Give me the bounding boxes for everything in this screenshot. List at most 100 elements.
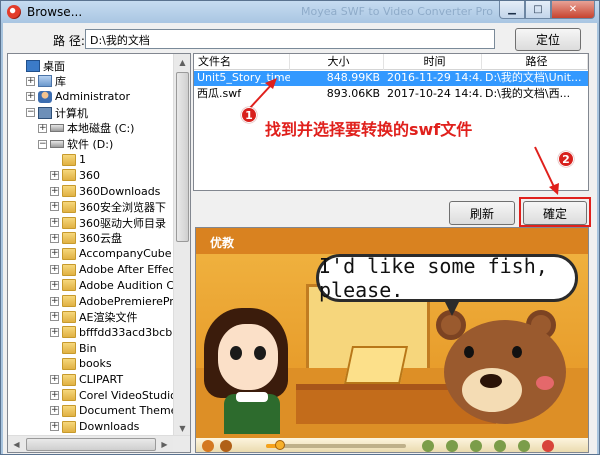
folder-tree[interactable]: 桌面 + 库 + Administrator − 计算机 + 本地磁盘 (C:) − 软件 (D:)… [7,53,191,453]
tree-item[interactable]: +360Downloads [50,184,160,199]
pause-icon[interactable] [202,440,214,452]
tree-item-label: AdobePremierePro [79,294,181,308]
scroll-thumb[interactable] [176,72,189,242]
tree-item-label: books [79,357,112,371]
stop-icon[interactable] [220,440,232,452]
expand-icon[interactable]: + [50,375,59,384]
expand-icon[interactable]: + [50,422,59,432]
tree-item[interactable]: + AccompanyCube [50,246,171,261]
tree-item[interactable]: + Adobe Audition CS [50,278,181,293]
tree-item-label: 桌面 [43,59,65,73]
tree-item[interactable]: Bin [50,341,97,356]
expand-icon[interactable]: + [50,186,59,196]
collapse-icon[interactable]: − [38,139,47,149]
step-1-badge: 1 [241,107,257,123]
tree-item[interactable]: + Adobe After Effec [50,262,175,277]
expand-icon[interactable]: + [50,280,59,290]
tree-item[interactable]: + bfffdd33acd3bcb1 [50,325,179,340]
path-input[interactable]: D:\我的文档 [85,29,495,49]
scroll-right-icon[interactable]: ▶ [156,436,173,452]
expand-icon[interactable]: + [50,265,59,275]
expand-icon[interactable]: + [38,123,47,133]
folder-icon [62,373,76,386]
locate-button[interactable]: 定位 [515,28,581,51]
folder-icon [62,232,76,245]
expand-icon[interactable]: + [50,249,59,259]
character-icon[interactable] [422,440,434,452]
expand-icon[interactable]: + [50,312,59,322]
scroll-thumb[interactable] [26,438,156,451]
scroll-up-icon[interactable]: ▲ [174,54,190,71]
tree-item[interactable]: +360云盘 [50,231,122,246]
swf-preview: 优教 I'd like some fish, please. [195,227,589,453]
tree-item-label: 软件 (D:) [67,138,114,151]
folder-icon [62,389,76,402]
tree-item[interactable]: +360安全浏览器下 [50,199,166,214]
record-icon[interactable] [446,440,458,452]
file-size: 848.99KB [326,71,380,84]
fullscreen-icon[interactable] [518,440,530,452]
title-bar[interactable]: Browse... Moyea SWF to Video Converter P… [1,1,599,23]
progress-knob[interactable] [275,440,285,450]
tree-vertical-scrollbar[interactable]: ▲ ▼ [173,54,190,437]
maximize-icon[interactable]: □ [525,1,551,19]
folder-icon [62,185,76,198]
exit-icon[interactable] [542,440,554,452]
tree-item-label: Corel VideoStudio [79,388,177,402]
folder-icon [62,200,76,213]
tree-item[interactable]: 桌面 [14,58,65,73]
expand-icon[interactable]: + [50,202,59,212]
tree-item[interactable]: + Corel VideoStudio [50,388,177,403]
bear-nose [480,374,502,388]
expand-icon[interactable]: + [50,327,59,337]
tree-item[interactable]: − 软件 (D:) [38,137,113,152]
close-icon[interactable]: ✕ [551,1,595,19]
file-row[interactable]: Unit5_Story_time课... 848.99KB 2016-11-29… [194,71,588,86]
tree-item[interactable]: − 计算机 [26,105,88,120]
column-header-time[interactable]: 时间 [384,54,482,70]
tree-item-label: Adobe Audition CS [79,278,182,292]
path-label: 路 径: [53,34,85,48]
tree-item[interactable]: + Administrator [26,89,130,104]
expand-icon[interactable]: + [50,218,59,227]
expand-icon[interactable]: + [50,406,59,416]
preview-logo: 优教 [210,236,235,250]
tree-item[interactable]: books [50,356,112,371]
drive-icon [50,124,64,133]
progress-track[interactable] [266,440,406,450]
tree-item[interactable]: + Document Theme [50,403,177,418]
file-row[interactable]: 西瓜.swf 893.06KB 2017-10-24 14:4... D:\我的… [194,87,588,102]
refresh-button[interactable]: 刷新 [449,201,515,225]
tree-horizontal-scrollbar[interactable]: ◀ ▶ [8,435,190,452]
music-icon[interactable] [494,440,506,452]
tree-item-label: Administrator [55,90,130,104]
minimize-icon[interactable]: ▁ [499,1,525,19]
column-header-name[interactable]: 文件名 [194,54,290,70]
expand-icon[interactable]: + [50,233,59,243]
collapse-icon[interactable]: − [26,108,35,118]
tree-item[interactable]: + 库 [26,74,66,89]
tree-item[interactable]: +360 [50,168,100,183]
tree-item[interactable]: + Downloads [50,419,139,434]
tree-item[interactable]: + AE渲染文件 [50,309,137,324]
column-header-size[interactable]: 大小 [290,54,384,70]
tree-item[interactable]: +360驱动大师目录 [50,215,166,230]
volume-icon[interactable] [470,440,482,452]
tree-item[interactable]: + 本地磁盘 (C:) [38,121,134,136]
expand-icon[interactable]: + [26,76,35,86]
ok-button[interactable]: 確定 [523,201,587,225]
expand-icon[interactable]: + [50,170,59,180]
folder-icon [62,295,76,307]
scroll-left-icon[interactable]: ◀ [8,436,25,452]
column-header-path[interactable]: 路径 [482,54,588,70]
expand-icon[interactable]: + [26,92,35,102]
expand-icon[interactable]: + [50,390,59,400]
tree-item[interactable]: + CLIPART [50,372,123,387]
file-list-header: 文件名 大小 时间 路径 [194,54,588,70]
tree-item[interactable]: + AdobePremierePro [50,294,180,309]
expand-icon[interactable]: + [50,296,59,306]
speech-bubble-tail [444,300,460,316]
bear-eye [464,346,474,358]
folder-icon [62,342,76,355]
tree-item[interactable]: 1 [50,152,86,167]
